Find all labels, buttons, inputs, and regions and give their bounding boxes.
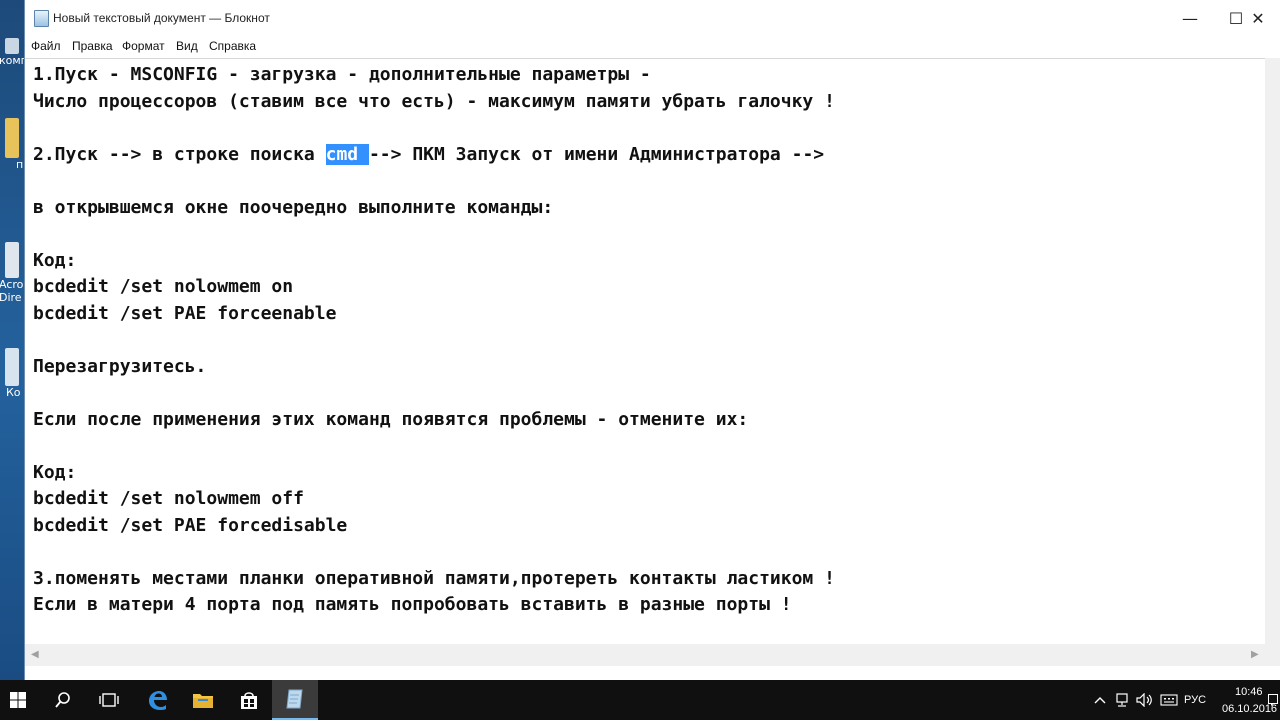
text-line: Код:: [33, 250, 77, 271]
menu-help[interactable]: Справка: [209, 39, 256, 53]
desktop-icon-label: Dire: [0, 291, 22, 304]
desktop-strip: комп п Acro Dire Ко: [0, 0, 24, 680]
desktop-icon-folder[interactable]: п: [0, 118, 24, 171]
speaker-icon: [1136, 693, 1152, 707]
computer-icon: [5, 38, 19, 54]
show-hidden-icons-button[interactable]: [1092, 680, 1108, 720]
task-view-icon: [99, 693, 119, 707]
text-line: Перезагрузитесь.: [33, 356, 207, 377]
folder-icon: [5, 118, 19, 158]
notification-icon: [1268, 694, 1278, 706]
text-line: Если в матери 4 порта под память попробо…: [33, 594, 792, 615]
taskbar-store[interactable]: [226, 680, 272, 720]
network-tray-button[interactable]: [1112, 680, 1132, 720]
notepad-icon: [34, 10, 49, 27]
store-icon: [241, 692, 257, 709]
notepad-icon: [286, 689, 303, 709]
notepad-window: Новый текстовый документ — Блокнот — ☐ ✕…: [24, 0, 1280, 680]
text-line: bcdedit /set nolowmem off: [33, 488, 304, 509]
action-center-button[interactable]: [1266, 680, 1280, 720]
menu-file[interactable]: Файл: [31, 39, 61, 53]
keyboard-icon: [1160, 694, 1178, 706]
minimize-button[interactable]: —: [1167, 0, 1213, 36]
recycle-bin-icon: [5, 348, 19, 386]
task-view-button[interactable]: [88, 680, 130, 720]
text-segment: 2.Пуск --> в строке поиска: [33, 144, 326, 165]
taskbar-edge[interactable]: [134, 680, 180, 720]
folder-icon: [193, 694, 213, 708]
start-button[interactable]: [0, 680, 36, 720]
text-line: bcdedit /set PAE forcedisable: [33, 515, 348, 536]
text-line: 1.Пуск - MSCONFIG - загрузка - дополните…: [33, 64, 651, 85]
acrobat-icon: [5, 242, 19, 278]
search-icon: [55, 692, 70, 708]
title-bar[interactable]: Новый текстовый документ — Блокнот — ☐ ✕: [25, 0, 1280, 36]
desktop-icon-acrobat[interactable]: Acro Dire: [0, 242, 24, 304]
text-line: в открывшемся окне поочередно выполните …: [33, 197, 554, 218]
clock-time[interactable]: 10:46: [1235, 686, 1263, 698]
vertical-scrollbar[interactable]: [1265, 58, 1280, 644]
text-segment: --> ПКМ Запуск от имени Администратора -…: [368, 144, 825, 165]
menu-format[interactable]: Формат: [122, 39, 165, 53]
text-line: Если после применения этих команд появят…: [33, 409, 749, 430]
language-indicator[interactable]: РУС: [1184, 694, 1206, 706]
desktop-icon-recycle[interactable]: Ко: [0, 348, 24, 399]
menu-bar: Файл Правка Формат Вид Справка: [25, 36, 1280, 58]
taskbar-notepad[interactable]: [272, 680, 318, 720]
edge-icon: [149, 691, 167, 710]
windows-icon: [10, 692, 26, 708]
desktop-icon-computer[interactable]: комп: [0, 38, 24, 67]
horizontal-scrollbar[interactable]: ◀ ▶: [25, 644, 1265, 666]
text-editor-area[interactable]: 1.Пуск - MSCONFIG - загрузка - дополните…: [25, 58, 1265, 645]
volume-tray-button[interactable]: [1134, 680, 1156, 720]
scroll-left-icon[interactable]: ◀: [31, 649, 39, 660]
menu-edit[interactable]: Правка: [72, 39, 113, 53]
keyboard-tray-button[interactable]: [1158, 680, 1180, 720]
search-button[interactable]: [42, 680, 84, 720]
desktop-icon-label: Acro: [0, 278, 24, 291]
taskbar: РУС 10:46 06.10.2016: [0, 680, 1280, 720]
desktop-icon-label: п: [16, 158, 24, 171]
text-line: 2.Пуск --> в строке поиска cmd --> ПКМ З…: [33, 144, 824, 166]
menu-view[interactable]: Вид: [176, 39, 198, 53]
network-icon: [1116, 693, 1128, 707]
taskbar-file-explorer[interactable]: [180, 680, 226, 720]
chevron-up-icon: [1094, 697, 1106, 704]
text-line: Число процессоров (ставим все что есть) …: [33, 91, 835, 112]
text-line: Код:: [33, 462, 77, 483]
text-line: bcdedit /set PAE forceenable: [33, 303, 337, 324]
close-button[interactable]: ✕: [1235, 0, 1280, 36]
scroll-right-icon[interactable]: ▶: [1251, 649, 1259, 660]
scrollbar-corner: [1265, 644, 1280, 666]
selected-text[interactable]: cmd: [325, 144, 369, 165]
text-line: bcdedit /set nolowmem on: [33, 276, 294, 297]
desktop-icon-label: Ко: [6, 386, 21, 399]
text-line: 3.поменять местами планки оперативной па…: [33, 568, 835, 589]
window-title: Новый текстовый документ — Блокнот: [53, 11, 270, 25]
desktop-icon-label: комп: [0, 54, 24, 67]
